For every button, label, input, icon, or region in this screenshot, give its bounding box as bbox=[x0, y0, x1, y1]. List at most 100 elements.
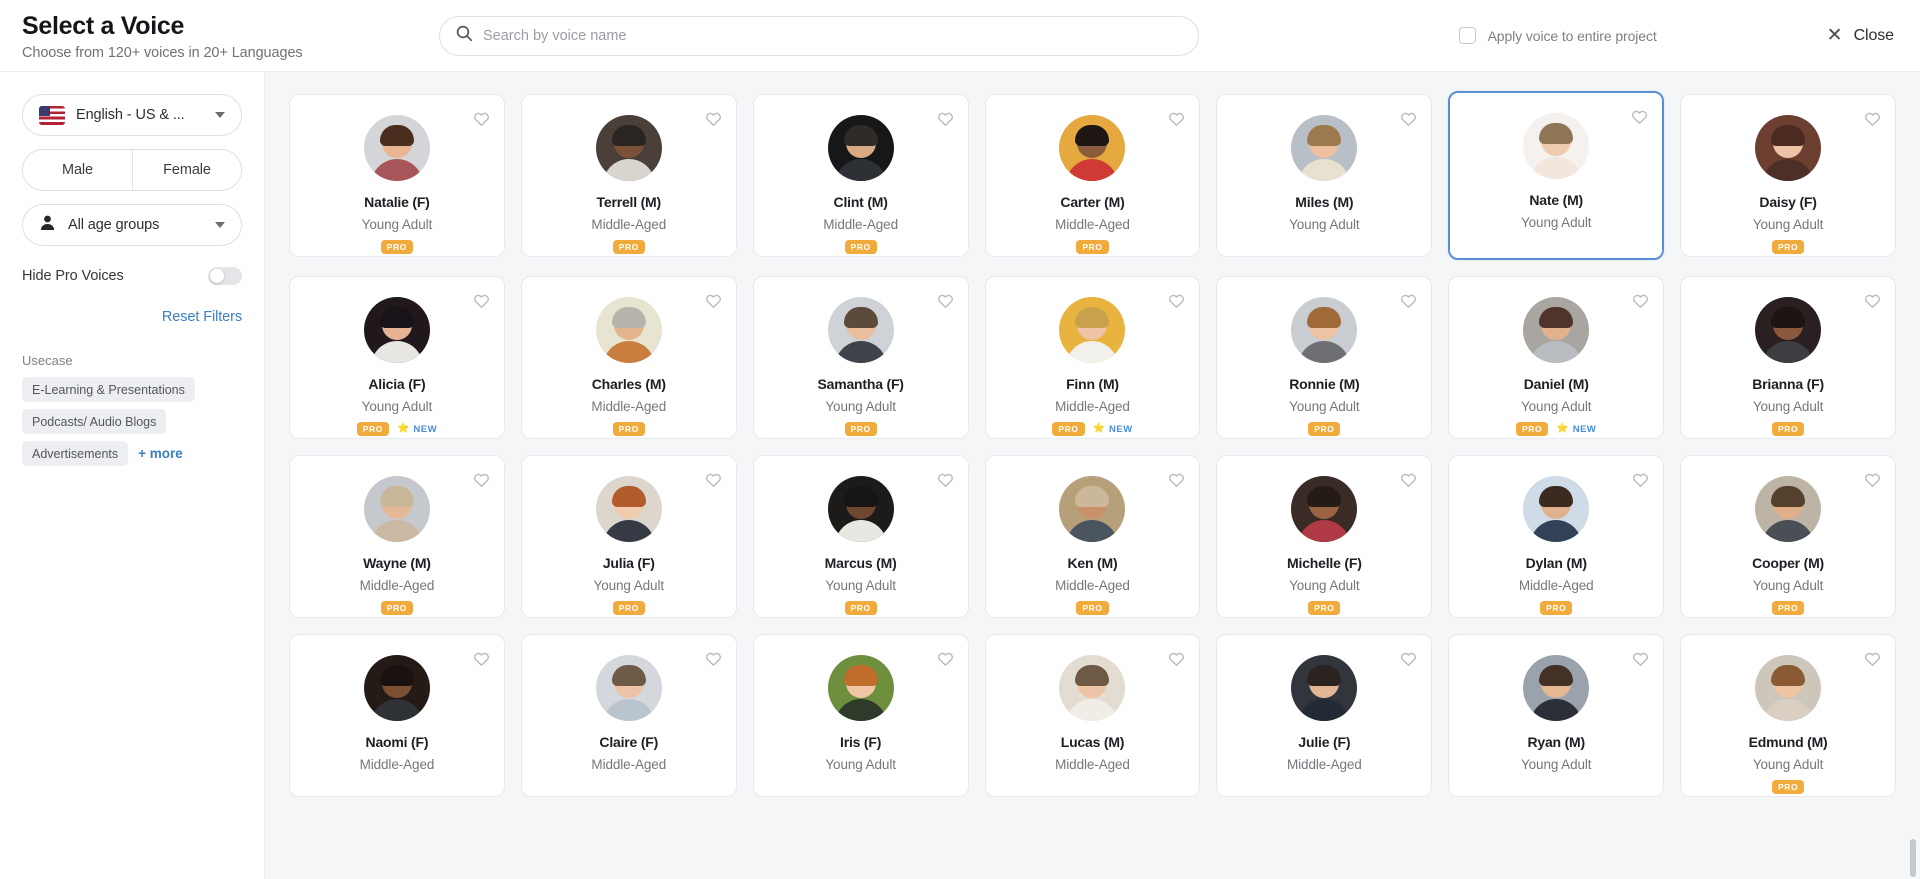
heart-icon[interactable] bbox=[1864, 651, 1881, 672]
heart-icon[interactable] bbox=[1864, 472, 1881, 493]
heart-icon[interactable] bbox=[1400, 293, 1417, 314]
voice-card[interactable]: Daniel (M) Young Adult PRO ⭐ NEW bbox=[1448, 276, 1665, 439]
avatar bbox=[1059, 115, 1126, 181]
avatar bbox=[1523, 113, 1590, 179]
search-input[interactable] bbox=[483, 27, 1182, 44]
voice-card[interactable]: Daisy (F) Young Adult PRO bbox=[1680, 94, 1896, 257]
voice-badges: PRO bbox=[1308, 600, 1341, 616]
search-icon bbox=[456, 25, 483, 47]
usecase-tag[interactable]: E-Learning & Presentations bbox=[22, 377, 195, 402]
pro-badge: PRO bbox=[844, 422, 877, 436]
usecase-tag[interactable]: Advertisements bbox=[22, 441, 129, 466]
voice-card[interactable]: Brianna (F) Young Adult PRO bbox=[1680, 276, 1896, 439]
apply-voice-checkbox[interactable] bbox=[1458, 27, 1476, 44]
close-button-label: Close bbox=[1853, 26, 1895, 44]
gender-male-button[interactable]: Male bbox=[23, 150, 132, 190]
heart-icon[interactable] bbox=[1168, 651, 1185, 672]
heart-icon[interactable] bbox=[705, 472, 722, 493]
voice-card[interactable]: Ryan (M) Young Adult bbox=[1448, 634, 1665, 797]
voice-badges: PRO bbox=[612, 421, 645, 437]
age-group-selector[interactable]: All age groups bbox=[22, 204, 242, 246]
vertical-scrollbar[interactable] bbox=[1910, 839, 1916, 877]
heart-icon[interactable] bbox=[705, 651, 722, 672]
voice-card[interactable]: Marcus (M) Young Adult PRO bbox=[752, 455, 969, 618]
voice-card[interactable]: Wayne (M) Middle-Aged PRO bbox=[289, 455, 505, 618]
star-icon: ⭐ bbox=[1556, 423, 1569, 434]
heart-icon[interactable] bbox=[705, 111, 722, 132]
avatar bbox=[595, 476, 662, 542]
voice-name: Daisy (F) bbox=[1759, 194, 1817, 210]
voice-card[interactable]: Alicia (F) Young Adult PRO ⭐ NEW bbox=[289, 276, 505, 439]
voice-card[interactable]: Lucas (M) Middle-Aged bbox=[984, 634, 1201, 797]
voice-card[interactable]: Ronnie (M) Young Adult PRO bbox=[1216, 276, 1433, 439]
voice-name: Julia (F) bbox=[602, 555, 655, 571]
usecase-tag[interactable]: Podcasts/ Audio Blogs bbox=[22, 409, 167, 434]
new-badge: ⭐ NEW bbox=[1556, 424, 1596, 435]
heart-icon[interactable] bbox=[937, 472, 954, 493]
heart-icon[interactable] bbox=[473, 651, 490, 672]
heart-icon[interactable] bbox=[705, 293, 722, 314]
pro-badge: PRO bbox=[1076, 240, 1109, 254]
heart-icon[interactable] bbox=[1168, 111, 1185, 132]
voice-card[interactable]: Edmund (M) Young Adult PRO bbox=[1680, 634, 1896, 797]
voice-card[interactable]: Nate (M) Young Adult bbox=[1448, 91, 1665, 260]
heart-icon[interactable] bbox=[1400, 651, 1417, 672]
heart-icon[interactable] bbox=[473, 293, 490, 314]
close-button[interactable]: ✕ Close bbox=[1827, 26, 1894, 45]
heart-icon[interactable] bbox=[1632, 293, 1649, 314]
heart-icon[interactable] bbox=[1400, 472, 1417, 493]
voice-card[interactable]: Ken (M) Middle-Aged PRO bbox=[984, 455, 1201, 618]
heart-icon[interactable] bbox=[1864, 293, 1881, 314]
language-selector[interactable]: English - US & ... bbox=[22, 94, 242, 136]
reset-filters-link[interactable]: Reset Filters bbox=[162, 309, 242, 325]
heart-icon[interactable] bbox=[1400, 111, 1417, 132]
voice-age-group: Young Adult bbox=[593, 578, 665, 593]
voice-card[interactable]: Finn (M) Middle-Aged PRO ⭐ NEW bbox=[984, 276, 1201, 439]
voice-card[interactable]: Terrell (M) Middle-Aged PRO bbox=[520, 94, 737, 257]
pro-badge: PRO bbox=[1540, 601, 1573, 615]
voice-card[interactable]: Miles (M) Young Adult bbox=[1216, 94, 1433, 257]
voice-age-group: Young Adult bbox=[1752, 399, 1824, 414]
apply-voice-checkbox-row[interactable]: Apply voice to entire project bbox=[1458, 27, 1657, 44]
voice-name: Brianna (F) bbox=[1752, 376, 1824, 392]
voice-badges: PRO bbox=[380, 600, 414, 616]
star-icon: ⭐ bbox=[396, 423, 410, 434]
voice-card[interactable]: Julie (F) Middle-Aged bbox=[1216, 634, 1433, 797]
hide-pro-voices-toggle[interactable] bbox=[208, 267, 242, 285]
heart-icon[interactable] bbox=[1631, 109, 1648, 130]
voice-card[interactable]: Iris (F) Young Adult bbox=[752, 634, 969, 797]
heart-icon[interactable] bbox=[473, 111, 490, 132]
heart-icon[interactable] bbox=[1632, 651, 1649, 672]
voice-card[interactable]: Cooper (M) Young Adult PRO bbox=[1680, 455, 1896, 618]
voice-card[interactable]: Julia (F) Young Adult PRO bbox=[520, 455, 737, 618]
voice-card[interactable]: Naomi (F) Middle-Aged bbox=[289, 634, 505, 797]
search-box[interactable] bbox=[439, 15, 1199, 56]
person-icon bbox=[39, 214, 56, 236]
gender-female-button[interactable]: Female bbox=[132, 150, 241, 190]
heart-icon[interactable] bbox=[1168, 293, 1185, 314]
star-icon: ⭐ bbox=[1092, 423, 1105, 434]
heart-icon[interactable] bbox=[937, 293, 954, 314]
voice-card[interactable]: Dylan (M) Middle-Aged PRO bbox=[1448, 455, 1665, 618]
new-badge: ⭐ NEW bbox=[397, 424, 437, 435]
voice-card[interactable]: Claire (F) Middle-Aged bbox=[520, 634, 737, 797]
new-badge-label: NEW bbox=[1109, 423, 1133, 435]
voice-card[interactable]: Samantha (F) Young Adult PRO bbox=[752, 276, 969, 439]
voice-grid: Natalie (F) Young Adult PRO Terrell (M) Midd… bbox=[289, 91, 1896, 797]
voice-card[interactable]: Natalie (F) Young Adult PRO bbox=[289, 94, 505, 257]
voice-age-group: Middle-Aged bbox=[1055, 399, 1130, 414]
heart-icon[interactable] bbox=[1864, 111, 1881, 132]
voice-card[interactable]: Charles (M) Middle-Aged PRO bbox=[520, 276, 737, 439]
heart-icon[interactable] bbox=[937, 651, 954, 672]
voice-grid-area[interactable]: Natalie (F) Young Adult PRO Terrell (M) Midd… bbox=[265, 72, 1920, 879]
heart-icon[interactable] bbox=[473, 472, 490, 493]
usecase-more-link[interactable]: + more bbox=[138, 446, 183, 461]
voice-age-group: Middle-Aged bbox=[1055, 757, 1130, 772]
voice-card[interactable]: Carter (M) Middle-Aged PRO bbox=[984, 94, 1201, 257]
modal-header: Select a Voice Choose from 120+ voices i… bbox=[0, 0, 1920, 72]
voice-card[interactable]: Clint (M) Middle-Aged PRO bbox=[752, 94, 969, 257]
heart-icon[interactable] bbox=[1168, 472, 1185, 493]
heart-icon[interactable] bbox=[1632, 472, 1649, 493]
heart-icon[interactable] bbox=[937, 111, 954, 132]
voice-card[interactable]: Michelle (F) Young Adult PRO bbox=[1216, 455, 1433, 618]
